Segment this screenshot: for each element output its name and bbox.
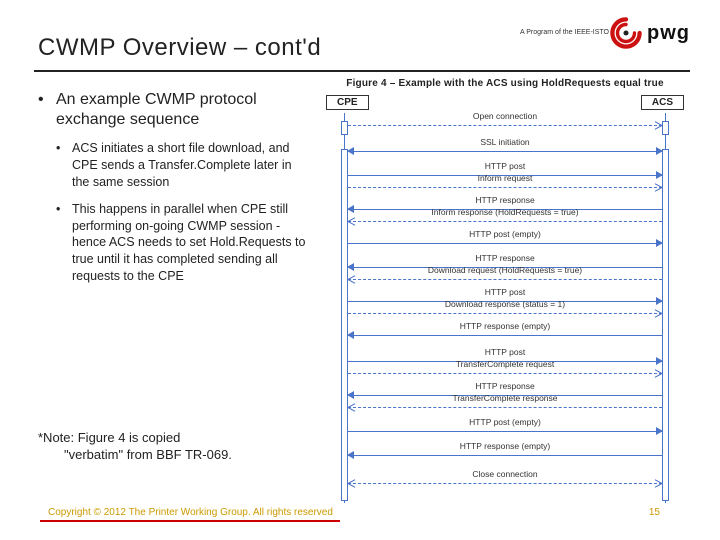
logo-tagline: A Program of the IEEE-ISTO <box>520 29 609 36</box>
logo-mark: pwg <box>609 16 690 50</box>
seq-message-label: HTTP response <box>348 381 662 391</box>
seq-message: TransferComplete response <box>348 403 662 417</box>
logo-text: pwg <box>647 22 690 45</box>
figure-caption: Figure 4 – Example with the ACS using Ho… <box>320 78 690 89</box>
lifeline-cpe <box>344 113 345 503</box>
seq-message-line <box>348 125 662 126</box>
arrow-icon <box>656 427 663 435</box>
seq-message-line <box>348 431 662 432</box>
bullet-main: An example CWMP protocol exchange sequen… <box>38 90 308 285</box>
seq-message-line <box>348 373 662 374</box>
seq-message-label: HTTP response <box>348 253 662 263</box>
footer: Copyright © 2012 The Printer Working Gro… <box>0 502 720 518</box>
activation-bar <box>341 121 348 135</box>
page-title: CWMP Overview – cont'd <box>38 34 321 62</box>
sequence-diagram: CPE ACS Open connectionSSL initiationHTT… <box>320 95 690 503</box>
title-underline <box>34 70 690 72</box>
arrow-icon <box>656 239 663 247</box>
seq-message-label: HTTP response (empty) <box>348 441 662 451</box>
footnote: *Note: Figure 4 is copied "verbatim" fro… <box>38 430 328 464</box>
seq-message-label: Inform response (HoldRequests = true) <box>348 207 662 217</box>
seq-message: HTTP post (empty) <box>348 239 662 253</box>
slide: CWMP Overview – cont'd A Program of the … <box>0 0 720 540</box>
seq-message-label: Inform request <box>348 173 662 183</box>
arrow-icon <box>347 331 354 339</box>
sub-bullet-2: This happens in parallel when CPE still … <box>56 201 308 285</box>
seq-message-label: Download request (HoldRequests = true) <box>348 265 662 275</box>
seq-message: Open connection <box>348 121 662 135</box>
seq-message: HTTP response (empty) <box>348 331 662 345</box>
seq-message-line <box>348 483 662 484</box>
sub-bullet-list: ACS initiates a short file download, and… <box>56 140 308 285</box>
arrow-icon <box>347 147 354 155</box>
footer-accent-bar <box>40 520 340 522</box>
arrow-icon <box>347 451 354 459</box>
seq-message-label: HTTP response (empty) <box>348 321 662 331</box>
seq-message-line <box>348 279 662 280</box>
seq-message-line <box>348 243 662 244</box>
seq-message-line <box>348 313 662 314</box>
seq-message-label: TransferComplete request <box>348 359 662 369</box>
seq-message-label: Close connection <box>348 469 662 479</box>
bullet-list: An example CWMP protocol exchange sequen… <box>38 90 308 285</box>
seq-message-label: HTTP post <box>348 287 662 297</box>
footnote-line1: *Note: Figure 4 is copied <box>38 430 180 445</box>
activation-bar <box>662 149 669 501</box>
seq-message-label: HTTP post <box>348 161 662 171</box>
logo: A Program of the IEEE-ISTO pwg <box>520 16 690 50</box>
footnote-line2: "verbatim" from BBF TR-069. <box>38 447 328 464</box>
seq-message-label: HTTP response <box>348 195 662 205</box>
figure: Figure 4 – Example with the ACS using Ho… <box>320 78 690 503</box>
seq-message-line <box>348 151 662 152</box>
actor-acs: ACS <box>641 95 684 110</box>
lifeline-acs <box>665 113 666 503</box>
seq-message-label: TransferComplete response <box>348 393 662 403</box>
seq-message: SSL initiation <box>348 147 662 161</box>
body-text: An example CWMP protocol exchange sequen… <box>38 90 308 295</box>
seq-message-line <box>348 455 662 456</box>
seq-message-line <box>348 335 662 336</box>
activation-bar <box>662 121 669 135</box>
seq-message-line <box>348 187 662 188</box>
seq-message: HTTP response (empty) <box>348 451 662 465</box>
arrow-icon <box>656 147 663 155</box>
actor-cpe: CPE <box>326 95 369 110</box>
activation-bar <box>341 149 348 501</box>
seq-message-line <box>348 221 662 222</box>
seq-message-label: HTTP post (empty) <box>348 417 662 427</box>
seq-message: HTTP post (empty) <box>348 427 662 441</box>
copyright: Copyright © 2012 The Printer Working Gro… <box>48 507 333 518</box>
seq-message-label: SSL initiation <box>348 137 662 147</box>
seq-message: Close connection <box>348 479 662 493</box>
seq-message-label: Open connection <box>348 111 662 121</box>
header: CWMP Overview – cont'd A Program of the … <box>38 24 690 72</box>
sub-bullet-1: ACS initiates a short file download, and… <box>56 140 308 191</box>
seq-message-label: HTTP post <box>348 347 662 357</box>
seq-message-label: HTTP post (empty) <box>348 229 662 239</box>
swirl-icon <box>609 16 643 50</box>
bullet-main-text: An example CWMP protocol exchange sequen… <box>56 91 257 128</box>
seq-message-line <box>348 407 662 408</box>
seq-message-label: Download response (status = 1) <box>348 299 662 309</box>
page-number: 15 <box>649 507 660 518</box>
